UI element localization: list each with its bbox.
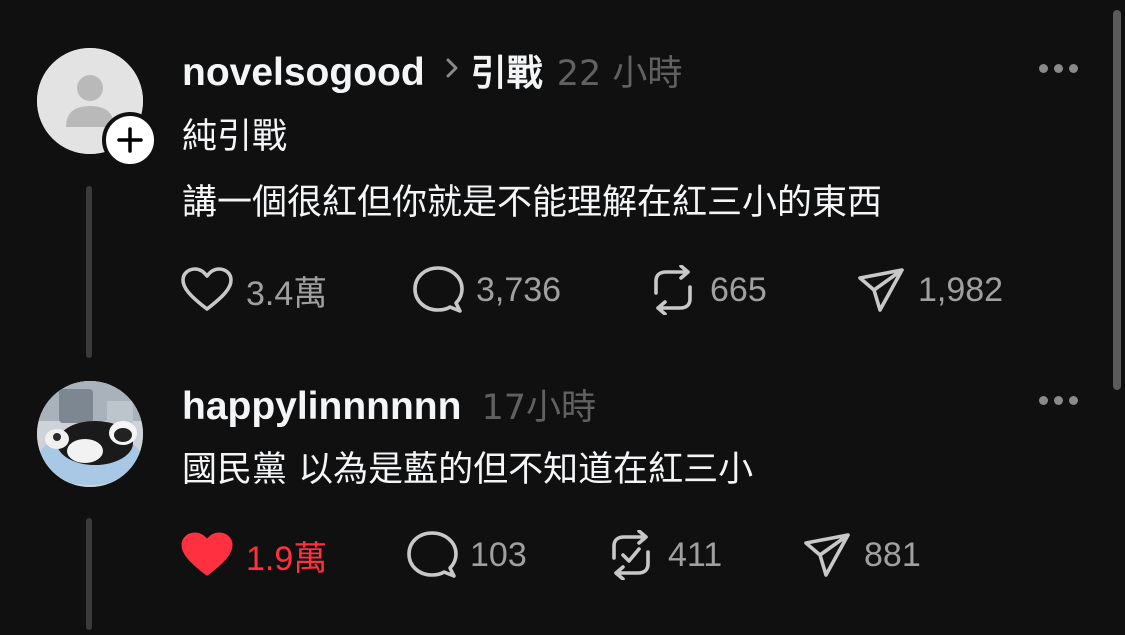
action-bar: 1.9萬 103 411 881 — [180, 530, 1080, 580]
follow-button[interactable] — [102, 112, 158, 168]
share-icon — [858, 268, 904, 312]
like-count: 1.9萬 — [246, 539, 328, 578]
repost-button[interactable]: 411 — [606, 530, 722, 580]
quoted-topic[interactable]: 引戰 — [471, 44, 543, 96]
post-body: 純引戰 講一個很紅但你就是不能理解在紅三小的東西 — [182, 104, 882, 236]
thread-post: novelsogood 引戰 22 小時 純引戰 講一個很紅但你就是不能理解在紅… — [0, 0, 1110, 365]
username[interactable]: novelsogood — [182, 51, 425, 95]
avatar[interactable] — [37, 381, 143, 487]
post-line: 講一個很紅但你就是不能理解在紅三小的東西 — [182, 183, 883, 223]
repost-count: 411 — [668, 535, 723, 574]
post-time: 17小時 — [481, 388, 597, 428]
thread-line — [86, 518, 92, 630]
like-button[interactable]: 1.9萬 — [180, 530, 327, 580]
chevron-right-icon — [445, 57, 459, 83]
more-icon[interactable] — [1039, 64, 1078, 73]
like-button[interactable]: 3.4萬 — [180, 265, 327, 315]
like-count: 3.4萬 — [246, 274, 328, 313]
heart-icon — [181, 532, 233, 576]
share-count: 881 — [864, 535, 921, 574]
username[interactable]: happylinnnnnn — [182, 385, 461, 429]
comment-button[interactable]: 103 — [406, 530, 527, 580]
heart-icon — [181, 267, 233, 311]
cat-photo-icon — [37, 381, 143, 487]
post-body: 國民黨 以為是藍的但不知道在紅三小 — [182, 437, 753, 503]
repost-icon — [612, 530, 650, 580]
thread-post: happylinnnnnn 17小時 國民黨 以為是藍的但不知道在紅三小 1.9… — [0, 365, 1110, 635]
repost-button[interactable]: 665 — [648, 265, 767, 315]
comment-icon — [407, 531, 458, 578]
thread-line — [86, 186, 92, 358]
share-button[interactable]: 1,982 — [856, 265, 1003, 315]
share-button[interactable]: 881 — [802, 530, 921, 580]
post-time: 22 小時 — [556, 54, 683, 94]
comment-count: 3,736 — [476, 270, 562, 309]
comment-icon — [413, 266, 464, 313]
share-icon — [804, 533, 850, 577]
post-header: novelsogood 引戰 22 小時 — [182, 44, 682, 96]
action-bar: 3.4萬 3,736 665 1,982 — [180, 265, 1080, 315]
repost-icon — [654, 265, 692, 315]
post-line: 純引戰 — [182, 117, 288, 157]
plus-icon — [117, 127, 143, 153]
post-line: 國民黨 以為是藍的但不知道在紅三小 — [182, 450, 754, 490]
more-icon[interactable] — [1039, 396, 1078, 405]
scrollbar[interactable] — [1113, 10, 1121, 390]
comment-count: 103 — [470, 535, 527, 574]
share-count: 1,982 — [918, 270, 1004, 309]
comment-button[interactable]: 3,736 — [412, 265, 561, 315]
repost-count: 665 — [710, 270, 767, 309]
post-header: happylinnnnnn 17小時 — [182, 379, 596, 430]
